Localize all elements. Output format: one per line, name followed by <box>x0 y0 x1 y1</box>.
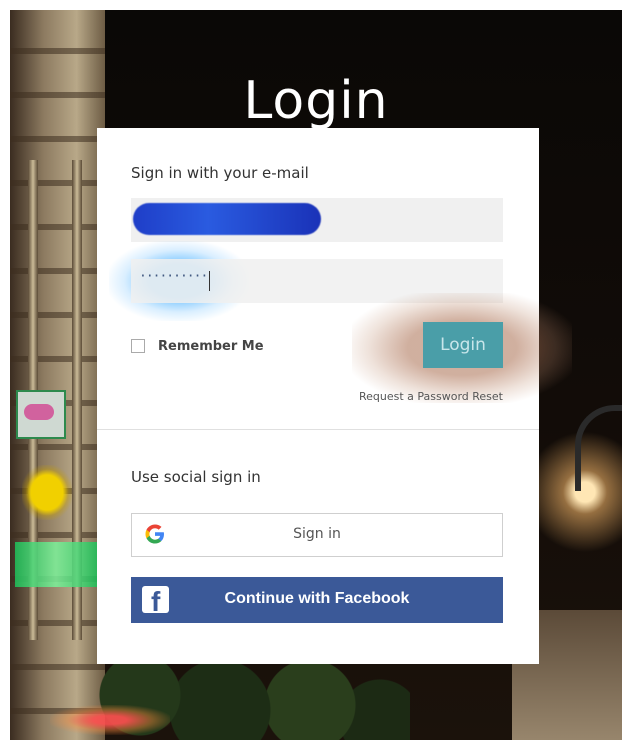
redaction-scribble <box>133 203 321 235</box>
green-neon-sign <box>15 542 97 587</box>
remember-me[interactable]: Remember Me <box>131 336 264 356</box>
street-lights <box>50 705 170 735</box>
email-field[interactable] <box>131 198 503 242</box>
crown-sign <box>22 465 72 520</box>
login-card: Sign in with your e-mail ·········· Reme… <box>97 128 572 664</box>
street-lamp <box>575 405 622 491</box>
password-reset-link[interactable]: Request a Password Reset <box>359 390 503 403</box>
facebook-sign-in-label: Continue with Facebook <box>224 590 410 607</box>
google-sign-in-button[interactable]: Sign in <box>131 513 503 557</box>
google-sign-in-label: Sign in <box>293 526 341 542</box>
remember-me-label: Remember Me <box>158 338 264 354</box>
text-caret <box>209 271 210 291</box>
neon-sign <box>16 390 66 439</box>
facebook-sign-in-button[interactable]: f Continue with Facebook <box>131 577 503 623</box>
email-section-heading: Sign in with your e-mail <box>131 164 309 182</box>
remember-me-checkbox[interactable] <box>131 339 145 353</box>
login-button[interactable]: Login <box>423 322 503 368</box>
password-mask: ·········· <box>139 269 208 284</box>
divider <box>97 429 539 430</box>
page-title: Login <box>243 70 389 131</box>
social-section-heading: Use social sign in <box>131 468 261 486</box>
